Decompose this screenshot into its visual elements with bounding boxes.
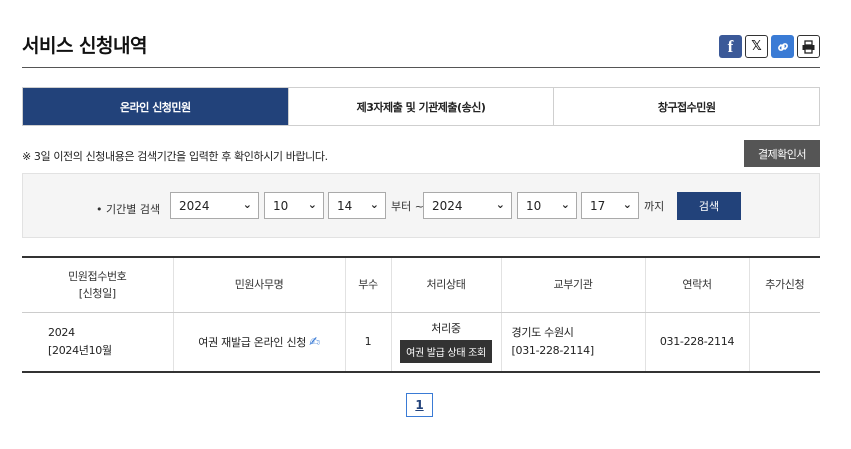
passport-status-check-button[interactable]: 여권 발급 상태 조회 bbox=[400, 340, 492, 364]
title-divider bbox=[22, 67, 820, 68]
search-button[interactable]: 검색 bbox=[677, 192, 741, 220]
page-title: 서비스 신청내역 bbox=[22, 35, 147, 57]
chevron-down-icon: ⌄ bbox=[560, 198, 570, 211]
tab-third-party-submission[interactable]: 제3자제출 및 기관제출(송신) bbox=[287, 88, 554, 125]
edit-form-icon[interactable]: ✍ bbox=[309, 335, 320, 350]
chevron-down-icon: ⌄ bbox=[369, 198, 379, 211]
header-status: 처리상태 bbox=[390, 256, 501, 313]
to-year-select[interactable]: 2024 ⌄ bbox=[423, 192, 512, 219]
chevron-down-icon: ⌄ bbox=[622, 198, 632, 211]
header-service-name: 민원사무명 bbox=[172, 256, 345, 313]
copies-cell: 1 bbox=[344, 312, 391, 373]
application-table: 민원접수번호 [신청일] 민원사무명 부수 처리상태 교부기관 연락처 추가신청 … bbox=[22, 256, 820, 373]
page-number-1[interactable]: 1 bbox=[406, 393, 433, 417]
link-icon[interactable] bbox=[771, 35, 794, 58]
x-twitter-icon[interactable]: 𝕏 bbox=[745, 35, 768, 58]
contact-cell: 031-228-2114 bbox=[644, 312, 749, 373]
facebook-icon[interactable]: f bbox=[719, 35, 742, 58]
header-contact: 연락처 bbox=[644, 256, 749, 313]
to-suffix: 까지 bbox=[644, 200, 665, 213]
to-month-select[interactable]: 10 ⌄ bbox=[517, 192, 577, 219]
to-day-select[interactable]: 17 ⌄ bbox=[581, 192, 639, 219]
header-receipt-number: 민원접수번호 [신청일] bbox=[22, 256, 173, 313]
tab-bar: 온라인 신청민원 제3자제출 및 기관제출(송신) 창구접수민원 bbox=[22, 87, 820, 126]
period-search-label: • 기간별 검색 bbox=[96, 203, 161, 216]
issuing-agency-cell: 경기도 수원시 [031-228-2114] bbox=[500, 312, 645, 373]
chevron-down-icon: ⌄ bbox=[495, 198, 505, 211]
additional-request-cell bbox=[748, 312, 820, 373]
header-additional-request: 추가신청 bbox=[748, 256, 820, 313]
chevron-down-icon: ⌄ bbox=[307, 198, 317, 211]
header-copies: 부수 bbox=[344, 256, 391, 313]
payment-receipt-button[interactable]: 결제확인서 bbox=[744, 140, 820, 167]
print-icon[interactable] bbox=[797, 35, 820, 58]
receipt-number-cell[interactable]: 2024 [2024년10월 bbox=[22, 312, 173, 373]
status-text: 처리중 bbox=[431, 322, 461, 336]
table-row: 2024 [2024년10월 여권 재발급 온라인 신청 ✍ 1 처리중 여권 발급… bbox=[22, 312, 820, 373]
from-month-select[interactable]: 10 ⌄ bbox=[264, 192, 324, 219]
tab-counter-applications[interactable]: 창구접수민원 bbox=[553, 88, 819, 125]
service-name-cell: 여권 재발급 온라인 신청 ✍ bbox=[172, 312, 345, 373]
share-toolbar: f 𝕏 bbox=[719, 35, 820, 58]
header-issuing-agency: 교부기관 bbox=[500, 256, 645, 313]
from-year-select[interactable]: 2024 ⌄ bbox=[170, 192, 259, 219]
from-suffix: 부터 ~ bbox=[391, 200, 424, 213]
tab-online-applications[interactable]: 온라인 신청민원 bbox=[23, 88, 288, 125]
status-cell: 처리중 여권 발급 상태 조회 bbox=[390, 312, 501, 373]
from-day-select[interactable]: 14 ⌄ bbox=[328, 192, 386, 219]
period-notice: ※ 3일 이전의 신청내용은 검색기간을 입력한 후 확인하시기 바랍니다. bbox=[22, 150, 328, 163]
table-header-row: 민원접수번호 [신청일] 민원사무명 부수 처리상태 교부기관 연락처 추가신청 bbox=[22, 256, 820, 313]
chevron-down-icon: ⌄ bbox=[242, 198, 252, 211]
